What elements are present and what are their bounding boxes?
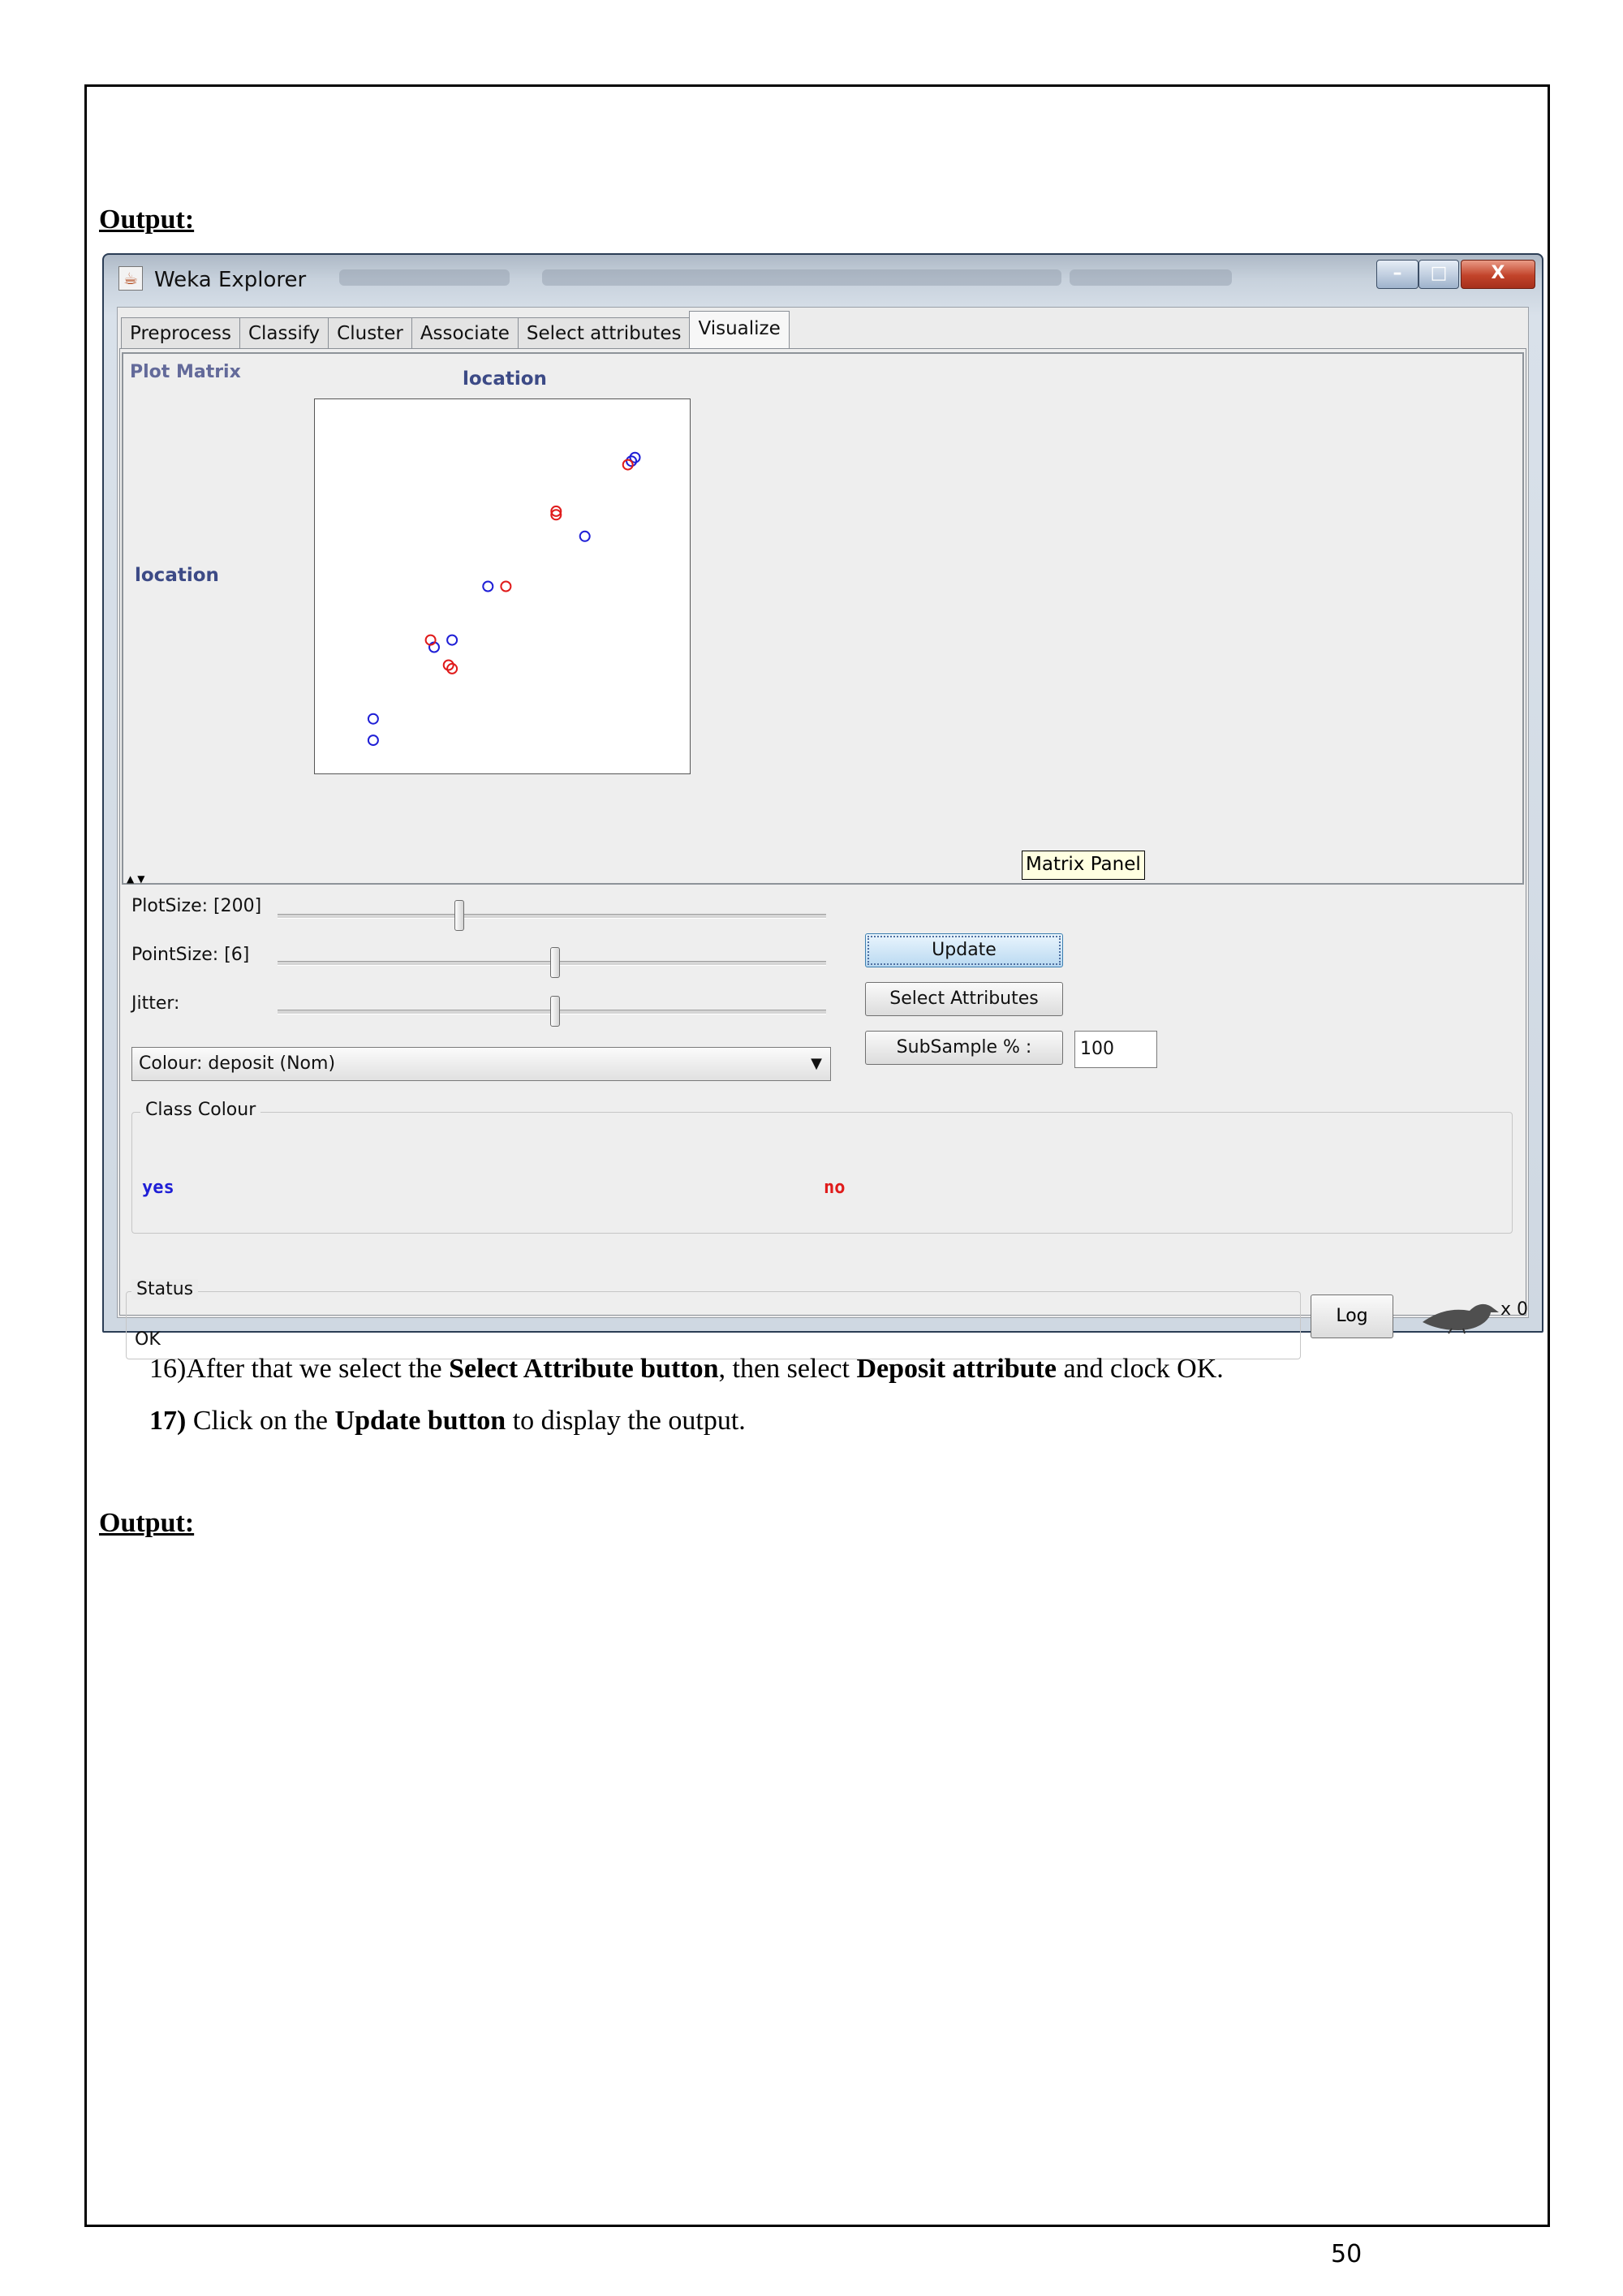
colour-attribute-value: Colour: deposit (Nom) (139, 1053, 336, 1074)
blurred-background-title (1070, 269, 1232, 286)
scatter-plot (367, 451, 641, 747)
point-size-label: PointSize: [6] (131, 945, 250, 965)
log-button[interactable]: Log (1311, 1294, 1393, 1338)
point-size-slider-thumb[interactable] (550, 947, 560, 978)
status-group: Status OK (126, 1279, 1301, 1359)
output-heading-bottom: Output: (99, 1508, 195, 1538)
blurred-background-title (339, 269, 510, 286)
task-count: x 0 (1500, 1299, 1529, 1320)
data-point-yes[interactable] (579, 530, 591, 542)
data-point-yes[interactable] (446, 634, 458, 646)
subsample-button[interactable]: SubSample % : (865, 1031, 1063, 1065)
tab-select-attributes[interactable]: Select attributes (517, 317, 691, 348)
explorer-client-area: Preprocess Classify Cluster Associate Se… (117, 307, 1529, 1359)
title-bar[interactable]: ☕ Weka Explorer – □ X (104, 255, 1542, 304)
plot-size-slider[interactable] (278, 900, 826, 931)
matrix-panel-tooltip: Matrix Panel (1022, 851, 1145, 880)
status-legend: Status (131, 1279, 199, 1299)
step-17-number: 17) (149, 1406, 187, 1436)
data-point-no[interactable] (500, 580, 512, 592)
class-yes-label[interactable]: yes (142, 1178, 174, 1198)
step-16-suffix: and clock OK. (1056, 1354, 1224, 1384)
step-17-text-1: Click on the (186, 1406, 335, 1436)
plot-size-label: PlotSize: [200] (131, 896, 262, 916)
class-colour-group: Class Colour yes no (131, 1100, 1513, 1234)
class-colour-legend: Class Colour (140, 1100, 261, 1120)
weka-java-icon: ☕ (118, 266, 143, 291)
step-16-bold-select-attribute: Select Attribute button (449, 1354, 719, 1384)
step-16-prefix: 16)After that we select the (149, 1354, 450, 1384)
step-16-mid: , then select (718, 1354, 857, 1384)
plot-size-slider-thumb[interactable] (454, 900, 464, 931)
colour-attribute-select[interactable]: Colour: deposit (Nom) ▼ (131, 1047, 831, 1081)
jitter-slider-thumb[interactable] (550, 996, 560, 1027)
step-17-bold-update: Update button (334, 1406, 506, 1436)
weka-explorer-window: ☕ Weka Explorer – □ X Preprocess Classif… (102, 253, 1543, 1359)
tab-classify[interactable]: Classify (239, 317, 329, 348)
plot-matrix-title: Plot Matrix (130, 362, 241, 382)
step-16-bold-deposit: Deposit attribute (856, 1354, 1057, 1384)
page-number: 50 (1331, 2240, 1363, 2268)
tab-bar: Preprocess Classify Cluster Associate Se… (121, 311, 790, 348)
data-point-yes[interactable] (367, 734, 379, 747)
output-heading-top: Output: (99, 205, 195, 235)
step-17-suffix: to display the output. (506, 1406, 746, 1436)
update-button[interactable]: Update (865, 933, 1063, 967)
column-attribute-label: location (463, 368, 547, 390)
visualize-panel: Plot Matrix location location ▲▼ Matrix … (119, 348, 1526, 1316)
step-16-text: 16)After that we select the Select Attri… (149, 1354, 1224, 1385)
point-size-slider[interactable] (278, 947, 826, 978)
plot-matrix-panel: Plot Matrix location location ▲▼ Matrix … (122, 352, 1524, 885)
step-17-text: 17) Click on the Update button to displa… (149, 1406, 746, 1437)
splitter-arrows-icon[interactable]: ▲▼ (127, 873, 148, 885)
weka-bird-icon (1423, 1303, 1499, 1334)
row-attribute-label: location (135, 565, 219, 586)
class-no-label[interactable]: no (824, 1178, 846, 1198)
window-title: Weka Explorer (154, 268, 307, 292)
blurred-background-title (542, 269, 1061, 286)
tab-visualize[interactable]: Visualize (689, 311, 790, 348)
subsample-percent-input[interactable]: 100 (1074, 1031, 1157, 1068)
scatter-plot-cell[interactable] (314, 398, 691, 774)
data-point-yes[interactable] (367, 713, 379, 725)
chevron-down-icon: ▼ (811, 1055, 822, 1072)
tab-associate[interactable]: Associate (411, 317, 519, 348)
minimize-icon[interactable]: – (1376, 260, 1419, 289)
jitter-label: Jitter: (131, 993, 180, 1014)
maximize-icon[interactable]: □ (1419, 260, 1459, 289)
data-point-yes[interactable] (482, 580, 494, 592)
tab-preprocess[interactable]: Preprocess (121, 317, 240, 348)
status-text: OK (135, 1329, 161, 1350)
jitter-slider[interactable] (278, 996, 826, 1027)
select-attributes-button[interactable]: Select Attributes (865, 982, 1063, 1016)
tab-cluster[interactable]: Cluster (328, 317, 412, 348)
plot-controls: PlotSize: [200] PointSize: [6] Jitter: C… (120, 885, 1526, 1315)
close-icon[interactable]: X (1461, 260, 1535, 289)
